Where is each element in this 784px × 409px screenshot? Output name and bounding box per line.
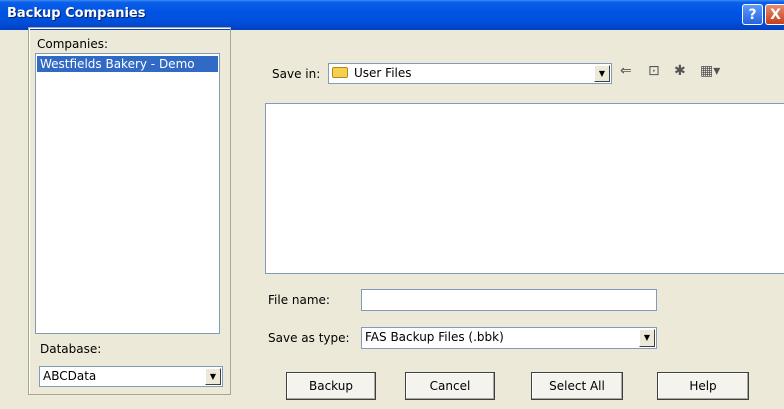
- cancel-button[interactable]: Cancel: [405, 372, 495, 400]
- database-value: ABCData: [43, 369, 97, 383]
- save-in-text: User Files: [354, 66, 412, 80]
- save-as-type-value: FAS Backup Files (.bbk): [365, 330, 504, 344]
- view-menu-icon[interactable]: ▦▾: [700, 63, 720, 79]
- file-name-label: File name:: [268, 293, 330, 307]
- save-in-value: User Files: [332, 66, 412, 80]
- folder-icon: [332, 67, 348, 78]
- new-folder-icon[interactable]: ✱: [674, 63, 686, 79]
- select-all-button[interactable]: Select All: [531, 372, 623, 400]
- companies-label: Companies:: [37, 37, 108, 51]
- close-button[interactable]: X: [765, 4, 784, 25]
- save-in-label: Save in:: [272, 67, 321, 81]
- chevron-down-icon[interactable]: ▼: [594, 65, 610, 82]
- back-icon[interactable]: ⇐: [620, 63, 632, 79]
- database-select[interactable]: ABCData ▼: [39, 366, 223, 387]
- chevron-down-icon[interactable]: ▼: [205, 368, 221, 385]
- list-item[interactable]: Westfields Bakery - Demo: [37, 56, 218, 72]
- database-label: Database:: [40, 342, 102, 356]
- companies-list[interactable]: Westfields Bakery - Demo: [35, 53, 220, 334]
- help-title-button[interactable]: ?: [742, 4, 763, 25]
- file-list[interactable]: [265, 103, 784, 274]
- save-in-select[interactable]: User Files ▼: [328, 63, 612, 84]
- title-bar[interactable]: Backup Companies ? X: [0, 0, 784, 30]
- backup-button[interactable]: Backup: [286, 372, 376, 400]
- window-title: Backup Companies: [7, 6, 146, 21]
- up-folder-icon[interactable]: ⊡: [648, 63, 660, 79]
- save-as-type-label: Save as type:: [268, 331, 350, 345]
- save-as-type-select[interactable]: FAS Backup Files (.bbk) ▼: [361, 327, 657, 349]
- file-name-input[interactable]: [361, 289, 657, 311]
- help-button[interactable]: Help: [657, 372, 749, 400]
- chevron-down-icon[interactable]: ▼: [639, 329, 655, 347]
